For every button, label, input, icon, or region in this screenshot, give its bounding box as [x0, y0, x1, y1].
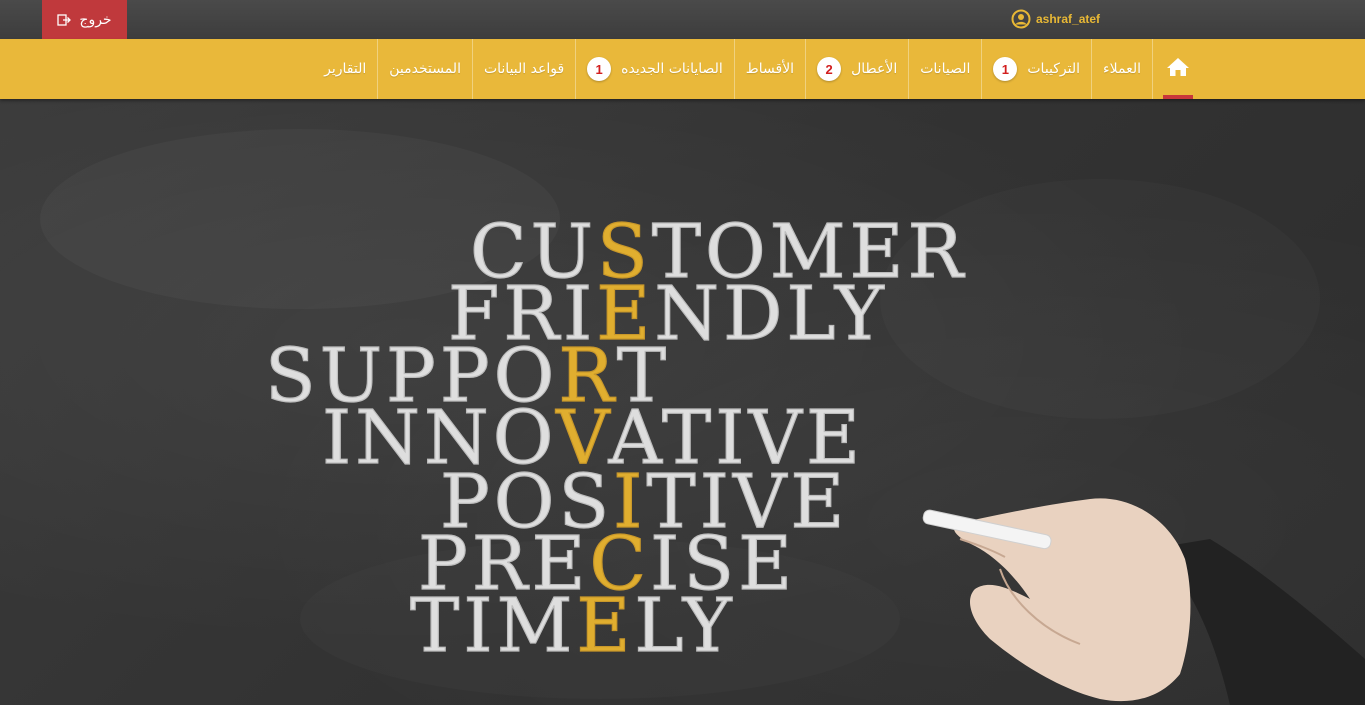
nav-label: قواعد البيانات: [483, 61, 565, 77]
nav-label: الأعطال: [851, 61, 898, 77]
nav-installments[interactable]: الأقساط: [733, 39, 805, 99]
top-bar: خروج ashraf_atef: [0, 0, 1365, 39]
notification-badge: 1: [993, 57, 1018, 81]
nav-label: الأقساط: [745, 61, 795, 77]
notification-badge: 1: [587, 57, 612, 81]
user-icon: [1011, 9, 1031, 29]
main-nav: العملاء التركيبات 1 الصيانات الأعطال 2 ا…: [0, 39, 1365, 99]
nav-faults[interactable]: الأعطال 2: [805, 39, 908, 99]
nav-label: الصايانات الجديده: [621, 61, 723, 77]
nav-maintenance[interactable]: الصيانات: [908, 39, 981, 99]
nav-databases[interactable]: قواعد البيانات: [471, 39, 575, 99]
username: ashraf_atef: [1036, 12, 1101, 26]
active-indicator: [1163, 95, 1193, 99]
nav-label: المستخدمين: [389, 61, 461, 77]
hero-banner: CUSTOMER FRIENDLY SUPPORT INNOVATIVE POS…: [0, 99, 1365, 705]
nav-label: الصيانات: [920, 61, 971, 77]
nav-label: التقارير: [324, 61, 367, 77]
home-icon: [1166, 57, 1190, 81]
nav-users[interactable]: المستخدمين: [377, 39, 472, 99]
logout-icon: [57, 13, 72, 26]
nav-new-maintenance[interactable]: الصايانات الجديده 1: [575, 39, 734, 99]
nav-installations[interactable]: التركيبات 1: [981, 39, 1091, 99]
nav-label: التركيبات: [1027, 61, 1081, 77]
user-menu[interactable]: ashraf_atef: [1011, 9, 1100, 29]
logout-label: خروج: [79, 11, 112, 28]
notification-badge: 2: [817, 57, 842, 81]
nav-home[interactable]: [1152, 39, 1203, 99]
logout-button[interactable]: خروج: [42, 0, 127, 39]
word-timely: TIMELY: [410, 583, 736, 669]
chalkboard-illustration: CUSTOMER FRIENDLY SUPPORT INNOVATIVE POS…: [264, 208, 1365, 705]
nav-reports[interactable]: التقارير: [313, 39, 377, 99]
nav-customers[interactable]: العملاء: [1091, 39, 1152, 99]
hand-illustration: [922, 498, 1365, 705]
nav-label: العملاء: [1103, 61, 1141, 77]
nav-list: العملاء التركيبات 1 الصيانات الأعطال 2 ا…: [313, 39, 1203, 99]
